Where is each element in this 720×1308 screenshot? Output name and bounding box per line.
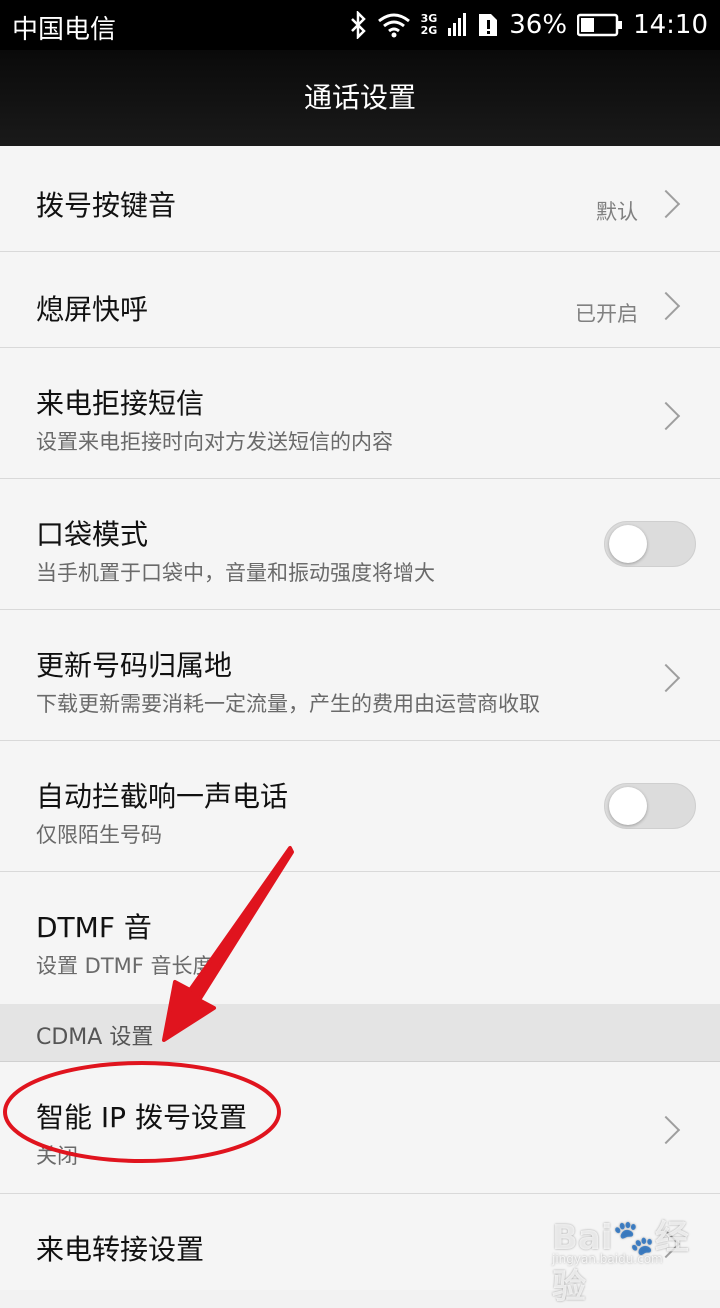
wifi-icon	[377, 13, 410, 38]
setting-subtitle: 当手机置于口袋中，音量和振动强度将增大	[36, 561, 435, 585]
page-title-bar: 通话设置	[0, 50, 720, 146]
setting-title: 拨号按键音	[36, 189, 177, 222]
setting-subtitle: 下载更新需要消耗一定流量，产生的费用由运营商收取	[36, 692, 540, 716]
setting-subtitle: 关闭	[36, 1144, 78, 1168]
setting-dtmf[interactable]: DTMF 音 设置 DTMF 音长度	[0, 872, 720, 1004]
clock: 14:10	[633, 10, 708, 40]
pocket-mode-toggle[interactable]	[604, 521, 696, 567]
setting-pocket-mode[interactable]: 口袋模式 当手机置于口袋中，音量和振动强度将增大	[0, 479, 720, 610]
block-one-ring-toggle[interactable]	[604, 783, 696, 829]
section-header-label: CDMA 设置	[36, 1025, 154, 1050]
toggle-knob	[609, 787, 647, 825]
signal-icon	[448, 13, 467, 36]
network-type: 3G 2G	[420, 12, 438, 37]
setting-title: 智能 IP 拨号设置	[36, 1101, 247, 1134]
setting-dial-tone[interactable]: 拨号按键音 默认	[0, 146, 720, 252]
setting-title: 口袋模式	[36, 518, 149, 551]
section-header-cdma: CDMA 设置	[0, 1004, 720, 1062]
setting-update-location[interactable]: 更新号码归属地 下载更新需要消耗一定流量，产生的费用由运营商收取	[0, 610, 720, 741]
sim-alert-icon	[479, 14, 498, 36]
setting-title: 来电转接设置	[36, 1233, 205, 1266]
setting-value: 默认	[596, 200, 638, 224]
chevron-right-icon	[651, 1115, 681, 1145]
setting-block-one-ring[interactable]: 自动拦截响一声电话 仅限陌生号码	[0, 741, 720, 872]
setting-title: 熄屏快呼	[36, 293, 149, 326]
page-title: 通话设置	[303, 81, 416, 114]
baidu-watermark: Bai🐾经验 jingyan.baidu.com	[552, 1210, 720, 1308]
battery-icon	[577, 13, 623, 37]
bluetooth-icon	[350, 11, 366, 39]
watermark-url: jingyan.baidu.com	[552, 1252, 663, 1266]
setting-reject-sms[interactable]: 来电拒接短信 设置来电拒接时向对方发送短信的内容	[0, 348, 720, 479]
setting-smart-ip-dial[interactable]: 智能 IP 拨号设置 关闭	[0, 1062, 720, 1194]
status-bar: 中国电信 3G 2G 36% 14:10	[0, 0, 720, 50]
setting-title: 自动拦截响一声电话	[36, 780, 289, 813]
setting-subtitle: 设置 DTMF 音长度	[36, 954, 214, 978]
setting-subtitle: 设置来电拒接时向对方发送短信的内容	[36, 430, 393, 454]
chevron-right-icon	[651, 663, 681, 693]
settings-list: 拨号按键音 默认 熄屏快呼 已开启 来电拒接短信 设置来电拒接时向对方发送短信的…	[0, 146, 720, 1290]
setting-screen-off-call[interactable]: 熄屏快呼 已开启	[0, 252, 720, 348]
setting-value: 已开启	[575, 302, 638, 326]
carrier-name: 中国电信	[12, 15, 117, 45]
chevron-right-icon	[651, 189, 681, 219]
chevron-right-icon	[651, 291, 681, 321]
setting-subtitle: 仅限陌生号码	[36, 823, 162, 847]
chevron-right-icon	[651, 401, 681, 431]
battery-percent: 36%	[509, 10, 568, 40]
setting-title: 更新号码归属地	[36, 649, 233, 682]
setting-title: DTMF 音	[36, 911, 152, 944]
setting-title: 来电拒接短信	[36, 387, 205, 420]
toggle-knob	[609, 525, 647, 563]
